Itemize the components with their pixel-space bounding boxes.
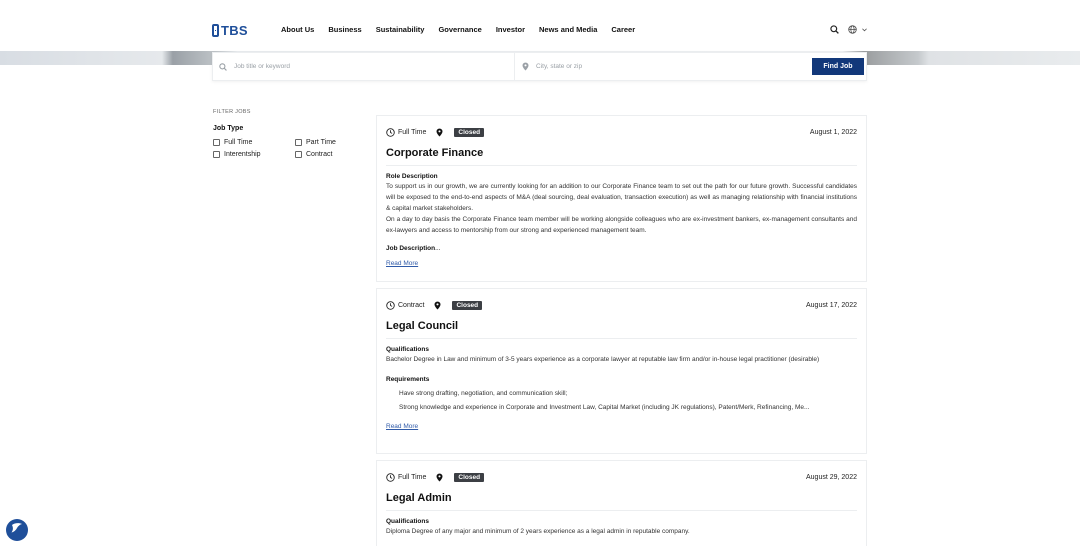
search-icon[interactable] bbox=[830, 25, 839, 34]
section-heading: Qualifications bbox=[386, 346, 429, 353]
job-type-label: Job Type bbox=[213, 125, 244, 132]
checkbox[interactable] bbox=[295, 139, 302, 146]
main-nav: About Us Business Sustainability Governa… bbox=[281, 25, 635, 34]
chat-icon bbox=[10, 521, 24, 539]
nav-career[interactable]: Career bbox=[611, 25, 635, 34]
nav-investor[interactable]: Investor bbox=[496, 25, 525, 34]
job-title[interactable]: Legal Council bbox=[386, 320, 857, 332]
checkbox[interactable] bbox=[213, 139, 220, 146]
location-pin-icon bbox=[436, 473, 443, 482]
list-item: Have strong drafting, negotiation, and c… bbox=[399, 387, 859, 401]
filter-title: FILTER JOBS bbox=[213, 109, 251, 115]
job-description: Diploma Degree of any major and minimum … bbox=[386, 528, 690, 535]
filter-part-time[interactable]: Part Time bbox=[295, 139, 365, 146]
search-icon bbox=[219, 58, 227, 76]
filter-internship[interactable]: Interentship bbox=[213, 151, 295, 158]
location-segment bbox=[515, 53, 811, 80]
nav-business[interactable]: Business bbox=[328, 25, 361, 34]
job-description: Bachelor Degree in Law and minimum of 3-… bbox=[386, 356, 820, 363]
location-input[interactable] bbox=[536, 63, 736, 70]
checkbox[interactable] bbox=[295, 151, 302, 158]
job-title[interactable]: Legal Admin bbox=[386, 492, 857, 504]
filter-full-time[interactable]: Full Time bbox=[213, 139, 295, 146]
keyword-segment bbox=[213, 53, 515, 80]
clock-icon bbox=[386, 300, 395, 310]
nav-governance[interactable]: Governance bbox=[438, 25, 481, 34]
job-description-2: On a day to day basis the Corporate Fina… bbox=[386, 216, 857, 234]
find-job-button[interactable]: Find Job bbox=[812, 58, 864, 75]
job-meta: Full Time Closed August 1, 2022 bbox=[386, 125, 857, 139]
logo-text: TBS bbox=[221, 22, 248, 38]
divider bbox=[386, 165, 857, 166]
nav-about-us[interactable]: About Us bbox=[281, 25, 314, 34]
filter-contract[interactable]: Contract bbox=[295, 151, 365, 158]
job-card: Full Time Closed August 29, 2022 Legal A… bbox=[376, 460, 867, 546]
logo-mark-icon bbox=[212, 23, 219, 37]
globe-icon[interactable] bbox=[848, 25, 857, 34]
status-badge: Closed bbox=[452, 300, 483, 310]
section-heading: Role Description bbox=[386, 173, 438, 180]
job-card: Full Time Closed August 1, 2022 Corporat… bbox=[376, 115, 867, 282]
job-type: Full Time bbox=[398, 473, 427, 481]
requirements-list: Have strong drafting, negotiation, and c… bbox=[386, 387, 857, 415]
nav-sustainability[interactable]: Sustainability bbox=[376, 25, 425, 34]
clock-icon bbox=[386, 127, 395, 137]
job-date: August 29, 2022 bbox=[806, 473, 857, 481]
keyword-input[interactable] bbox=[234, 63, 434, 70]
job-type: Full Time bbox=[398, 128, 427, 136]
ellipsis: ... bbox=[435, 245, 441, 252]
read-more-link[interactable]: Read More bbox=[386, 423, 418, 430]
job-search-bar: Find Job bbox=[212, 52, 867, 81]
filter-panel: FILTER JOBS Job Type Full Time Part Time… bbox=[213, 109, 363, 158]
checkbox-label: Interentship bbox=[224, 151, 261, 158]
chevron-down-icon[interactable] bbox=[862, 27, 867, 32]
list-item: Strong knowledge and experience in Corpo… bbox=[399, 401, 859, 415]
site-header: TBS About Us Business Sustainability Gov… bbox=[0, 0, 1080, 51]
checkbox[interactable] bbox=[213, 151, 220, 158]
status-badge: Closed bbox=[454, 472, 485, 482]
divider bbox=[386, 510, 857, 511]
checkbox-label: Part Time bbox=[306, 139, 336, 146]
nav-news-and-media[interactable]: News and Media bbox=[539, 25, 597, 34]
status-badge: Closed bbox=[454, 127, 485, 137]
job-date: August 1, 2022 bbox=[809, 128, 857, 136]
divider bbox=[386, 338, 857, 339]
location-pin-icon bbox=[522, 58, 529, 76]
job-type: Contract bbox=[398, 301, 425, 309]
section-heading: Qualifications bbox=[386, 518, 429, 525]
job-card: Contract Closed August 17, 2022 Legal Co… bbox=[376, 288, 867, 454]
location-pin-icon bbox=[434, 301, 441, 310]
logo[interactable]: TBS bbox=[212, 22, 248, 38]
section-heading: Requirements bbox=[386, 376, 430, 383]
clock-icon bbox=[386, 472, 395, 482]
header-actions bbox=[830, 25, 867, 34]
job-meta: Full Time Closed August 29, 2022 bbox=[386, 470, 857, 484]
location-pin-icon bbox=[436, 128, 443, 137]
read-more-link[interactable]: Read More bbox=[386, 260, 418, 267]
section-heading: Job Description... bbox=[386, 245, 857, 252]
job-description: To support us in our growth, we are curr… bbox=[386, 183, 857, 212]
section-heading-text: Job Description bbox=[386, 245, 436, 252]
job-date: August 17, 2022 bbox=[806, 301, 857, 309]
checkbox-label: Full Time bbox=[224, 139, 253, 146]
checkbox-label: Contract bbox=[306, 151, 333, 158]
job-meta: Contract Closed August 17, 2022 bbox=[386, 298, 857, 312]
job-title[interactable]: Corporate Finance bbox=[386, 147, 857, 159]
job-type-options: Full Time Part Time Interentship Contrac… bbox=[213, 139, 363, 158]
chat-widget-button[interactable] bbox=[6, 519, 28, 541]
